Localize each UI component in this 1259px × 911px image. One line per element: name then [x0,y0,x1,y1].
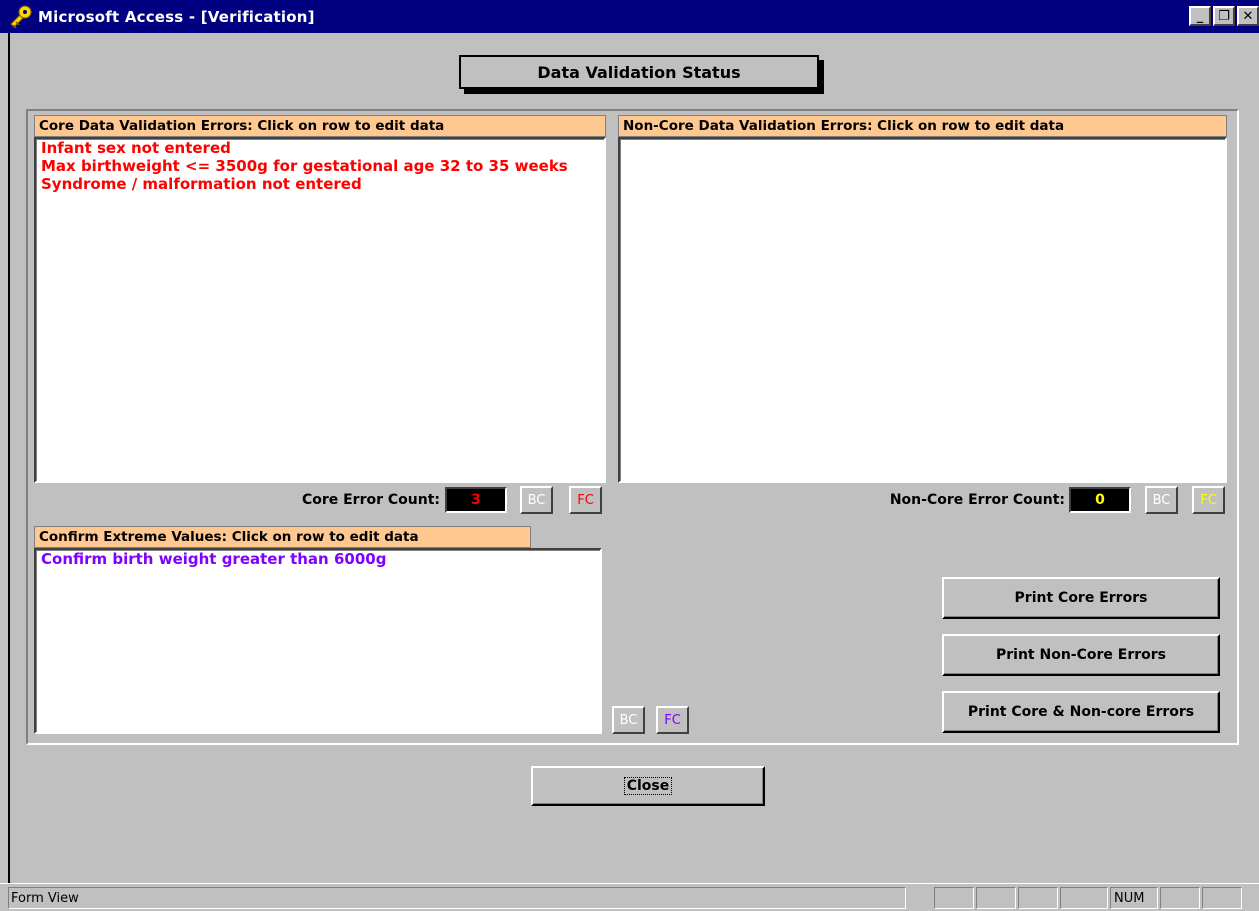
restore-button[interactable]: ❐ [1213,6,1235,26]
extreme-values-label: Confirm Extreme Values: Click on row to … [34,526,531,548]
print-core-errors-button[interactable]: Print Core Errors [942,577,1220,619]
core-bc-button[interactable]: BC [520,486,553,514]
noncore-count-label: Non-Core Error Count: [889,492,1065,508]
noncore-bc-button[interactable]: BC [1145,486,1178,514]
extreme-bc-button[interactable]: BC [612,706,645,734]
status-num-indicator: NUM [1110,887,1158,909]
close-window-button[interactable]: ✕ [1237,6,1259,26]
core-list-item[interactable]: Max birthweight <= 3500g for gestational… [36,157,604,175]
status-cell [976,887,1016,909]
extreme-fc-button[interactable]: FC [656,706,689,734]
access-key-icon[interactable] [8,4,34,30]
noncore-count-value: 0 [1069,487,1131,513]
status-cell [1160,887,1200,909]
noncore-errors-label: Non-Core Data Validation Errors: Click o… [618,115,1227,137]
title-bar: Microsoft Access - [Verification] _ ❐ ✕ [0,0,1259,33]
extreme-values-listbox[interactable]: Confirm birth weight greater than 6000g [34,548,602,734]
status-cell [1202,887,1242,909]
status-mode: Form View [8,887,906,909]
status-cell [934,887,974,909]
core-count-value: 3 [445,487,507,513]
form-header: Data Validation Status [459,55,819,89]
close-button-label: Close [623,777,673,795]
core-count-label: Core Error Count: [301,492,440,508]
noncore-errors-listbox[interactable] [618,137,1227,483]
form-client-area: Data Validation Status Core Data Validat… [8,33,1259,883]
close-button[interactable]: Close [531,766,765,806]
core-list-item[interactable]: Syndrome / malformation not entered [36,175,604,193]
print-all-errors-button[interactable]: Print Core & Non-core Errors [942,691,1220,733]
extreme-list-item[interactable]: Confirm birth weight greater than 6000g [36,550,600,568]
core-errors-listbox[interactable]: Infant sex not entered Max birthweight <=… [34,137,606,483]
print-noncore-errors-button[interactable]: Print Non-Core Errors [942,634,1220,676]
minimize-button[interactable]: _ [1189,6,1211,26]
status-cell [1018,887,1058,909]
core-errors-label: Core Data Validation Errors: Click on ro… [34,115,606,137]
window-title: Microsoft Access - [Verification] [38,7,315,26]
core-list-item[interactable]: Infant sex not entered [36,139,604,157]
status-bar: Form View NUM [0,883,1259,911]
window-controls: _ ❐ ✕ [1189,6,1259,26]
status-cell [1060,887,1108,909]
core-fc-button[interactable]: FC [569,486,602,514]
noncore-fc-button[interactable]: FC [1192,486,1225,514]
